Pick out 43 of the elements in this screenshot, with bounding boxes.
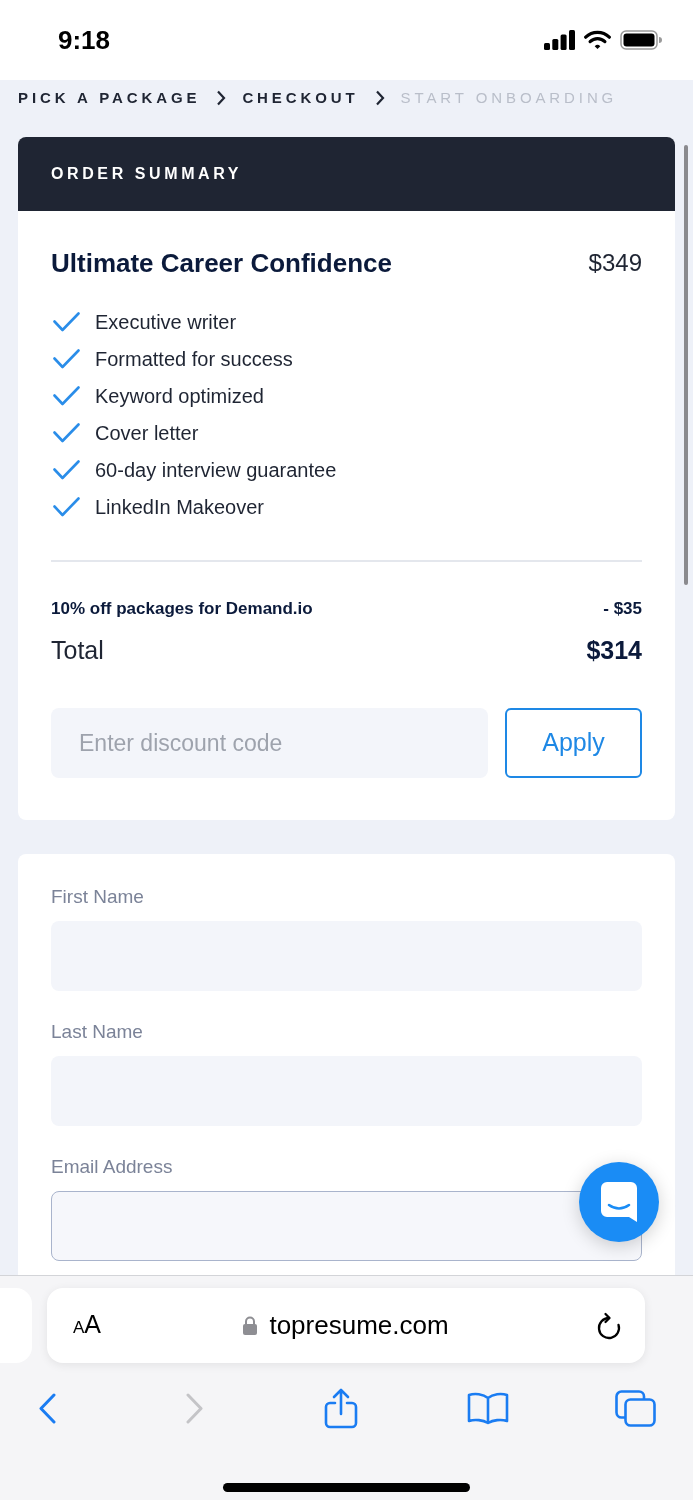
url-text[interactable]: topresume.com xyxy=(269,1306,449,1345)
input-field[interactable] xyxy=(51,1191,642,1261)
breadcrumb-step[interactable]: PICK A PACKAGE xyxy=(18,88,201,108)
total-amount: $314 xyxy=(586,635,642,665)
check-icon xyxy=(53,422,80,443)
signal-icon xyxy=(544,30,575,50)
wifi-icon xyxy=(584,30,611,50)
apply-button[interactable]: Apply xyxy=(505,708,642,778)
text-size-button[interactable]: AA xyxy=(73,1309,102,1342)
chat-icon xyxy=(601,1182,637,1222)
tabs-icon[interactable] xyxy=(614,1390,656,1427)
feature-text: Executive writer xyxy=(95,309,237,335)
feature-text: LinkedIn Makeover xyxy=(95,494,264,520)
feature-text: 60-day interview guarantee xyxy=(95,457,337,483)
status-time: 9:18 xyxy=(58,25,111,55)
field-label: Email Address xyxy=(51,1155,174,1179)
feature-text: Keyword optimized xyxy=(95,383,264,409)
field-label: First Name xyxy=(51,885,145,909)
check-icon xyxy=(53,348,80,369)
back-icon[interactable] xyxy=(38,1393,56,1424)
lock-icon xyxy=(243,1316,258,1335)
address-bar[interactable]: AA topresume.com xyxy=(47,1288,645,1363)
battery-icon xyxy=(620,30,662,50)
chevron-icon xyxy=(216,90,227,106)
discount-label: 10% off packages for Demand.io xyxy=(51,598,313,620)
breadcrumb-step[interactable]: CHECKOUT xyxy=(242,88,359,108)
package-name: Ultimate Career Confidence xyxy=(51,247,392,279)
check-icon xyxy=(53,459,80,480)
check-icon xyxy=(53,496,80,517)
chevron-icon xyxy=(374,90,385,106)
check-icon xyxy=(53,311,80,332)
field-label: Last Name xyxy=(51,1020,144,1044)
total-label: Total xyxy=(51,635,104,665)
reload-icon[interactable] xyxy=(596,1311,622,1340)
package-price: $349 xyxy=(588,248,642,278)
feature-text: Formatted for success xyxy=(95,346,293,372)
check-icon xyxy=(53,385,80,406)
discount-code-field[interactable]: Enter discount code xyxy=(51,708,488,778)
share-icon[interactable] xyxy=(324,1388,358,1429)
book-icon[interactable] xyxy=(467,1392,509,1425)
order-summary-header: ORDER SUMMARY xyxy=(18,137,675,211)
discount-amount: - $35 xyxy=(603,598,642,620)
feature-text: Cover letter xyxy=(95,420,199,446)
